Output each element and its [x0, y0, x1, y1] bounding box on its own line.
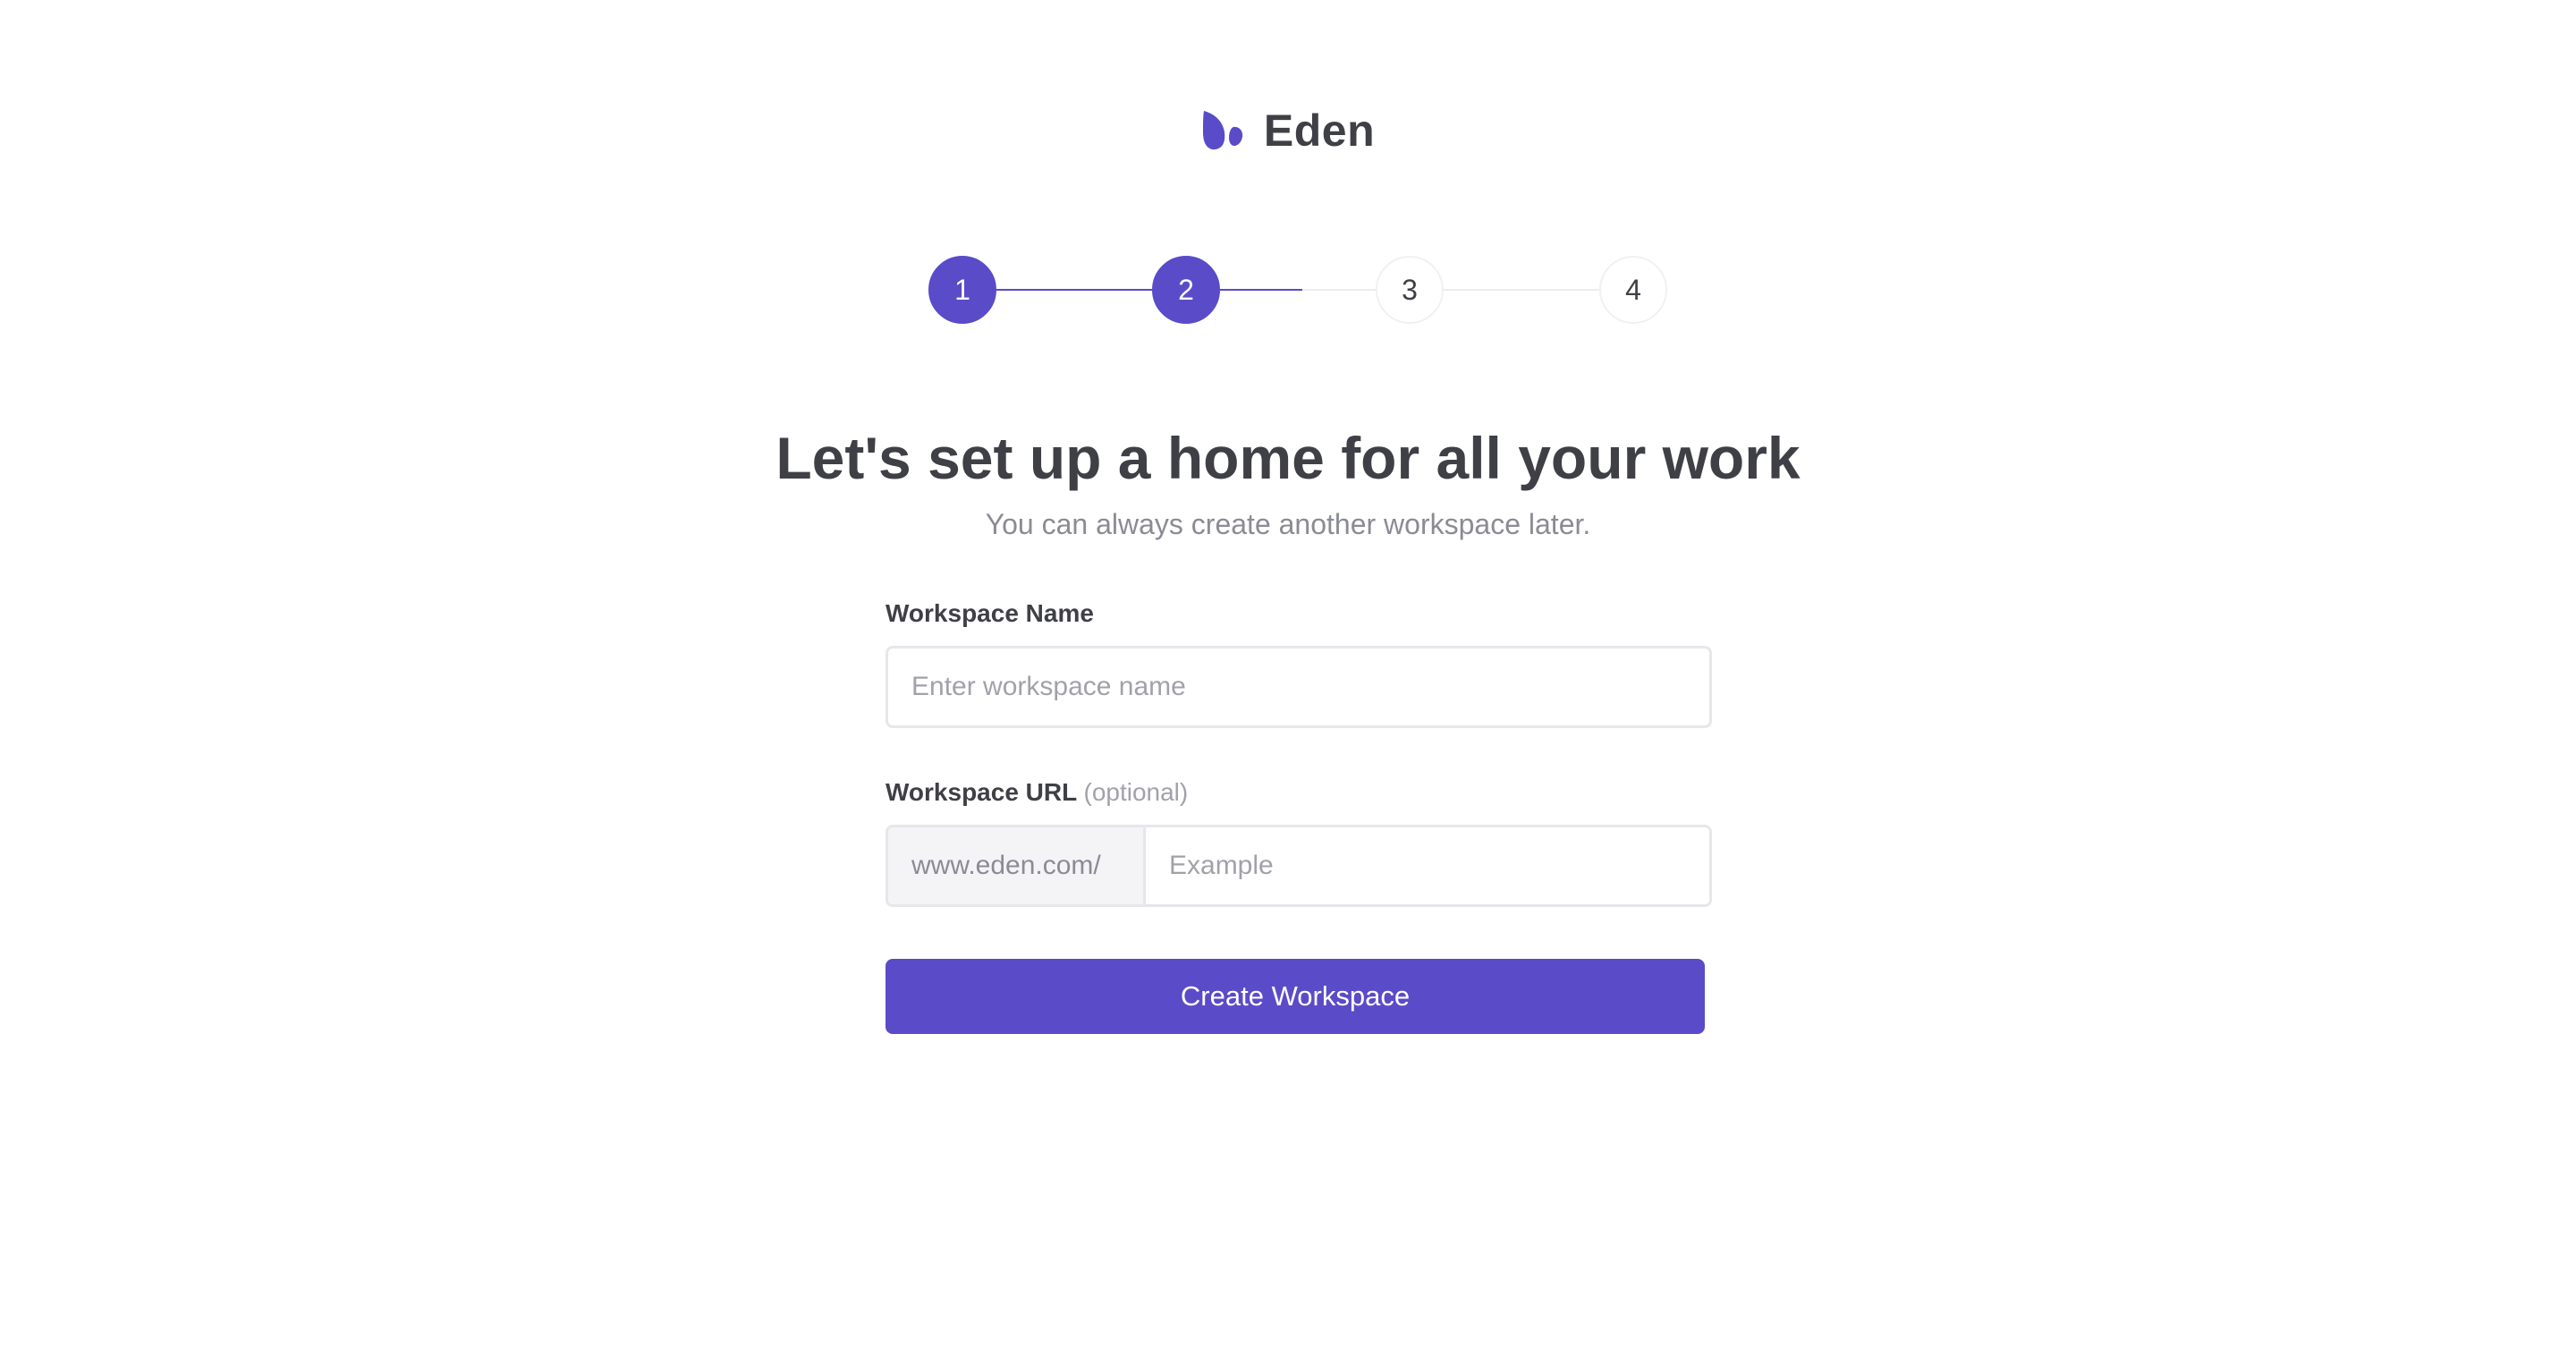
- workspace-url-field: www.eden.com/: [886, 825, 1712, 907]
- step-3: 3: [1376, 256, 1444, 324]
- step-4: 4: [1599, 256, 1667, 324]
- workspace-name-label-text: Workspace Name: [886, 599, 1094, 627]
- page-title: Let's set up a home for all your work: [775, 425, 1801, 491]
- create-workspace-form: Workspace Name Workspace URL (optional) …: [886, 596, 1712, 1034]
- step-connector-1-2: [996, 289, 1152, 291]
- url-prefix: www.eden.com/: [888, 827, 1146, 904]
- create-workspace-button[interactable]: Create Workspace: [886, 959, 1705, 1034]
- workspace-url-label: Workspace URL (optional): [886, 775, 1712, 810]
- step-connector-2-3-remaining: [1302, 289, 1376, 291]
- brand-name: Eden: [1263, 106, 1376, 156]
- workspace-url-label-text: Workspace URL: [886, 778, 1077, 806]
- workspace-url-input[interactable]: [1146, 827, 1709, 904]
- page-subtitle: You can always create another workspace …: [985, 508, 1591, 540]
- optional-hint: (optional): [1083, 778, 1189, 806]
- leaf-logo-icon: [1202, 111, 1243, 150]
- brand-logo: Eden: [0, 104, 2576, 157]
- step-2: 2: [1152, 256, 1220, 324]
- step-1: 1: [928, 256, 996, 324]
- step-connector-2-3-progress: [1220, 289, 1302, 291]
- workspace-name-input[interactable]: [886, 646, 1712, 728]
- workspace-name-label: Workspace Name: [886, 596, 1712, 631]
- step-connector-3-4: [1444, 289, 1599, 291]
- progress-stepper: 1 2 3 4: [928, 256, 1667, 324]
